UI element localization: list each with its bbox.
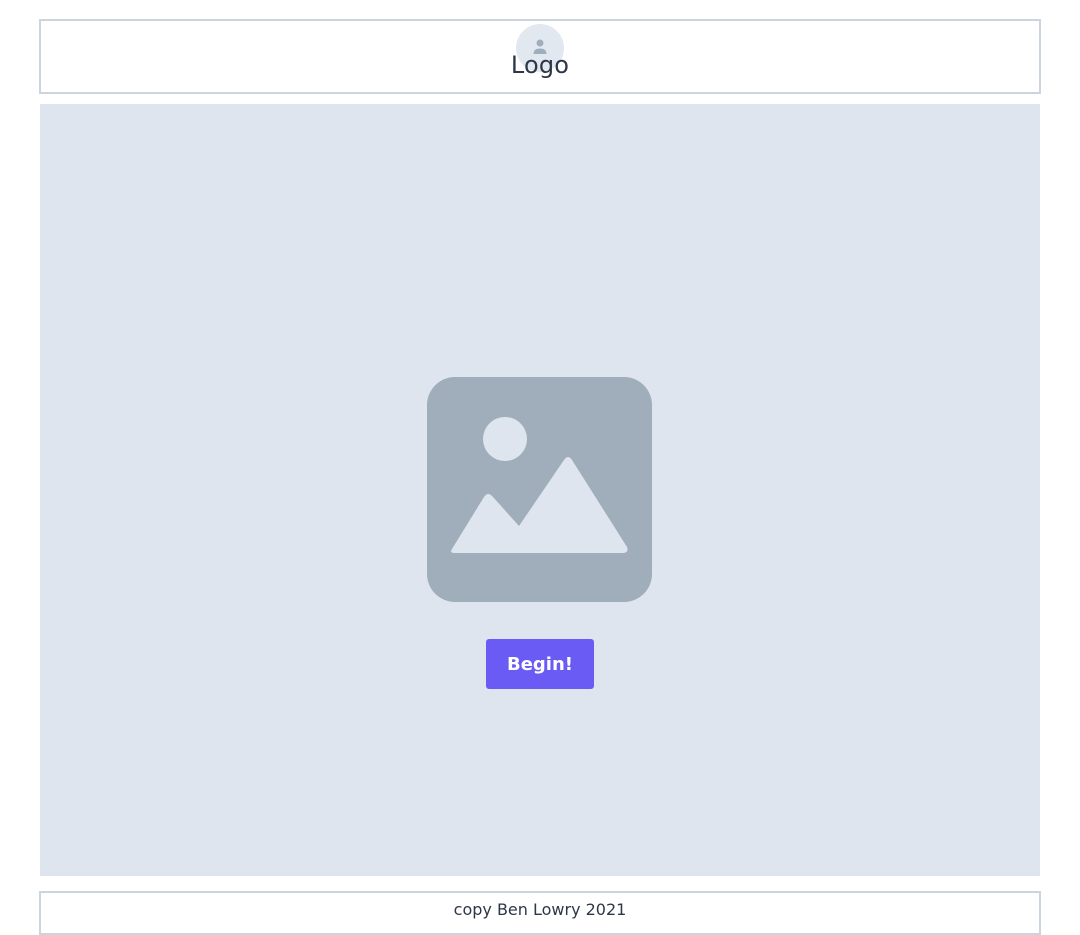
copyright-text: copy Ben Lowry 2021	[453, 900, 627, 919]
image-placeholder-icon	[427, 377, 652, 602]
site-header: Logo	[39, 19, 1041, 94]
hero-section: Begin!	[40, 104, 1040, 876]
site-footer: copy Ben Lowry 2021	[39, 891, 1041, 935]
logo-text[interactable]: Logo	[41, 51, 1039, 79]
begin-button[interactable]: Begin!	[486, 639, 594, 689]
